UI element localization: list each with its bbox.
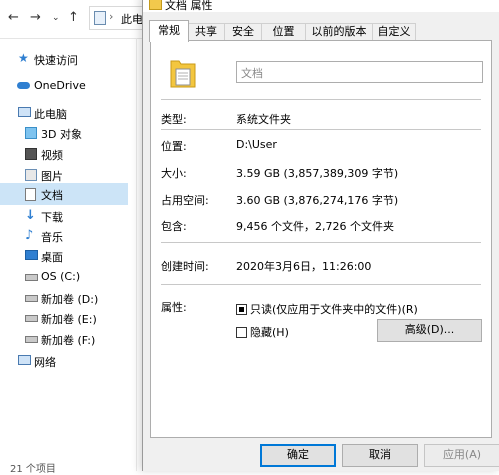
forward-arrow-icon[interactable]: → [30,10,41,25]
sidebar-item-label: 此电脑 [34,108,67,121]
sidebar-item-downloads[interactable]: ↓ 下载 [0,205,128,227]
folder-icon [170,60,196,88]
dialog-title-bar[interactable]: 文档 属性 [143,0,499,12]
contains-value: 9,456 个文件，2,726 个文件夹 [236,220,394,233]
back-arrow-icon[interactable]: ← [8,10,19,25]
sidebar-item-label: 文档 [41,189,63,202]
cube-icon [25,127,37,139]
attributes-label: 属性: [161,301,187,314]
sidebar-item-music[interactable]: ♪ 音乐 [0,225,128,247]
status-bar-item-count: 21 个项目 [10,464,56,475]
sidebar-item-label: OS (C:) [41,270,81,283]
type-value: 系统文件夹 [236,113,291,126]
up-arrow-icon[interactable]: ↑ [68,10,79,25]
tab-previous-versions[interactable]: 以前的版本 [305,23,373,41]
drive-icon [25,315,38,322]
divider [161,129,481,130]
folder-icon [149,0,162,10]
sidebar-item-drive-d[interactable]: 新加卷 (D:) [0,287,128,309]
drive-icon [25,295,38,302]
general-tab-panel: 文档 类型: 系统文件夹 位置: D:\User 大小: 3.59 GB (3,… [150,40,492,438]
sidebar-item-label: 下载 [41,211,63,224]
readonly-checkbox[interactable] [236,304,247,315]
sidebar-item-label: 新加卷 (E:) [41,313,97,326]
sidebar-item-label: 桌面 [41,251,63,264]
sidebar-item-documents[interactable]: 文档 [0,183,128,205]
sidebar-item-label: 新加卷 (D:) [41,293,99,306]
breadcrumb[interactable]: 此电 [121,11,143,27]
apply-button[interactable]: 应用(A) [424,444,499,467]
dialog-title: 文档 属性 [165,0,213,12]
download-icon: ↓ [25,208,36,223]
size-value: 3.59 GB (3,857,389,309 字节) [236,167,399,180]
computer-icon [18,107,31,117]
sidebar-item-label: 图片 [41,170,63,183]
tab-sharing[interactable]: 共享 [187,23,225,41]
sidebar-item-label: OneDrive [34,79,86,92]
contains-label: 包含: [161,220,187,233]
hidden-checkbox[interactable] [236,327,247,338]
location-label: 位置: [161,140,187,153]
tab-location[interactable]: 位置 [261,23,306,41]
sidebar-item-label: 3D 对象 [41,128,82,141]
divider [161,99,481,100]
sidebar-item-drive-f[interactable]: 新加卷 (F:) [0,328,128,350]
sidebar-item-label: 音乐 [41,231,63,244]
document-icon [25,188,36,201]
cloud-icon [17,82,30,89]
breadcrumb-separator-icon: › [109,10,114,23]
sidebar-item-label: 网络 [34,356,56,369]
ok-button[interactable]: 确定 [260,444,336,467]
music-icon: ♪ [25,228,34,243]
divider [161,242,481,243]
video-icon [25,148,37,160]
sidebar-item-this-pc[interactable]: 此电脑 [0,102,128,124]
size-label: 大小: [161,167,187,180]
sidebar-item-drive-e[interactable]: 新加卷 (E:) [0,307,128,329]
sidebar-item-network[interactable]: 网络 [0,350,128,372]
recent-locations-chevron-icon[interactable]: ⌄ [52,13,60,23]
tab-general[interactable]: 常规 [149,20,189,42]
cancel-button[interactable]: 取消 [342,444,418,467]
pane-divider[interactable] [136,38,137,471]
divider [161,284,481,285]
advanced-button[interactable]: 高级(D)... [377,319,482,342]
readonly-label[interactable]: 只读(仅应用于文件夹中的文件)(R) [250,301,418,317]
star-icon: ★ [18,51,29,65]
disk-size-label: 占用空间: [161,194,209,207]
tab-security[interactable]: 安全 [224,23,262,41]
sidebar-item-onedrive[interactable]: OneDrive [0,75,128,97]
type-label: 类型: [161,113,187,126]
desktop-icon [25,250,38,260]
sidebar-item-quick-access[interactable]: ★ 快速访问 [0,48,128,70]
properties-dialog: 文档 属性 常规 共享 安全 位置 以前的版本 自定义 文档 类型: 系统文件夹… [142,0,499,471]
folder-name-placeholder: 文档 [241,67,263,80]
folder-name-input[interactable]: 文档 [236,61,483,83]
sidebar-item-desktop[interactable]: 桌面 [0,245,128,267]
sidebar-item-drive-c[interactable]: OS (C:) [0,266,128,288]
computer-icon [94,11,106,25]
tab-strip: 常规 共享 安全 位置 以前的版本 自定义 [143,20,499,42]
drive-icon [25,274,38,281]
drive-icon [25,336,38,343]
sidebar-item-videos[interactable]: 视频 [0,143,128,165]
sidebar-item-label: 视频 [41,149,63,162]
created-label: 创建时间: [161,260,209,273]
location-value: D:\User [236,138,277,151]
network-icon [18,355,31,365]
hidden-label[interactable]: 隐藏(H) [250,324,289,340]
picture-icon [25,169,37,181]
disk-size-value: 3.60 GB (3,876,274,176 字节) [236,194,399,207]
sidebar-item-label: 快速访问 [34,54,78,67]
sidebar-item-label: 新加卷 (F:) [41,334,96,347]
created-value: 2020年3月6日，11:26:00 [236,260,372,273]
sidebar-item-3d-objects[interactable]: 3D 对象 [0,122,128,144]
tab-customize[interactable]: 自定义 [372,23,416,41]
